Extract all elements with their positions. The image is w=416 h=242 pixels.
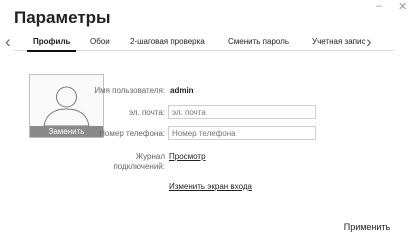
phone-field[interactable]	[168, 126, 316, 140]
close-button[interactable]: ✕	[398, 0, 407, 13]
email-field[interactable]	[168, 105, 316, 119]
tab-wallpaper[interactable]: Обои	[90, 37, 110, 46]
tab-change-password[interactable]: Сменить пароль	[228, 37, 289, 46]
minimize-button[interactable]: –	[376, 0, 382, 12]
tab-bar: ‹ Профиль Обои 2-шаговая проверка Сменит…	[0, 32, 416, 53]
tab-account[interactable]: Учетная запис	[312, 37, 365, 46]
username-value: admin	[170, 86, 194, 95]
window-title: Параметры	[14, 8, 111, 27]
email-label: эл. почта:	[128, 108, 165, 117]
connection-log-label-line1: Журнал	[135, 152, 165, 161]
username-label: Имя пользователя:	[94, 86, 165, 95]
apply-button[interactable]: Применить	[332, 220, 402, 234]
view-log-link[interactable]: Просмотр	[169, 152, 206, 161]
tab-profile[interactable]: Профиль	[26, 37, 77, 52]
change-login-screen-link[interactable]: Изменить экран входа	[169, 182, 252, 191]
connection-log-label-line2: подключений:	[113, 162, 165, 171]
chevron-left-icon[interactable]: ‹	[5, 32, 11, 52]
chevron-right-icon[interactable]: ›	[366, 32, 372, 52]
phone-label: Номер телефона:	[99, 129, 165, 138]
tab-2-step-verification[interactable]: 2-шаговая проверка	[130, 37, 205, 46]
